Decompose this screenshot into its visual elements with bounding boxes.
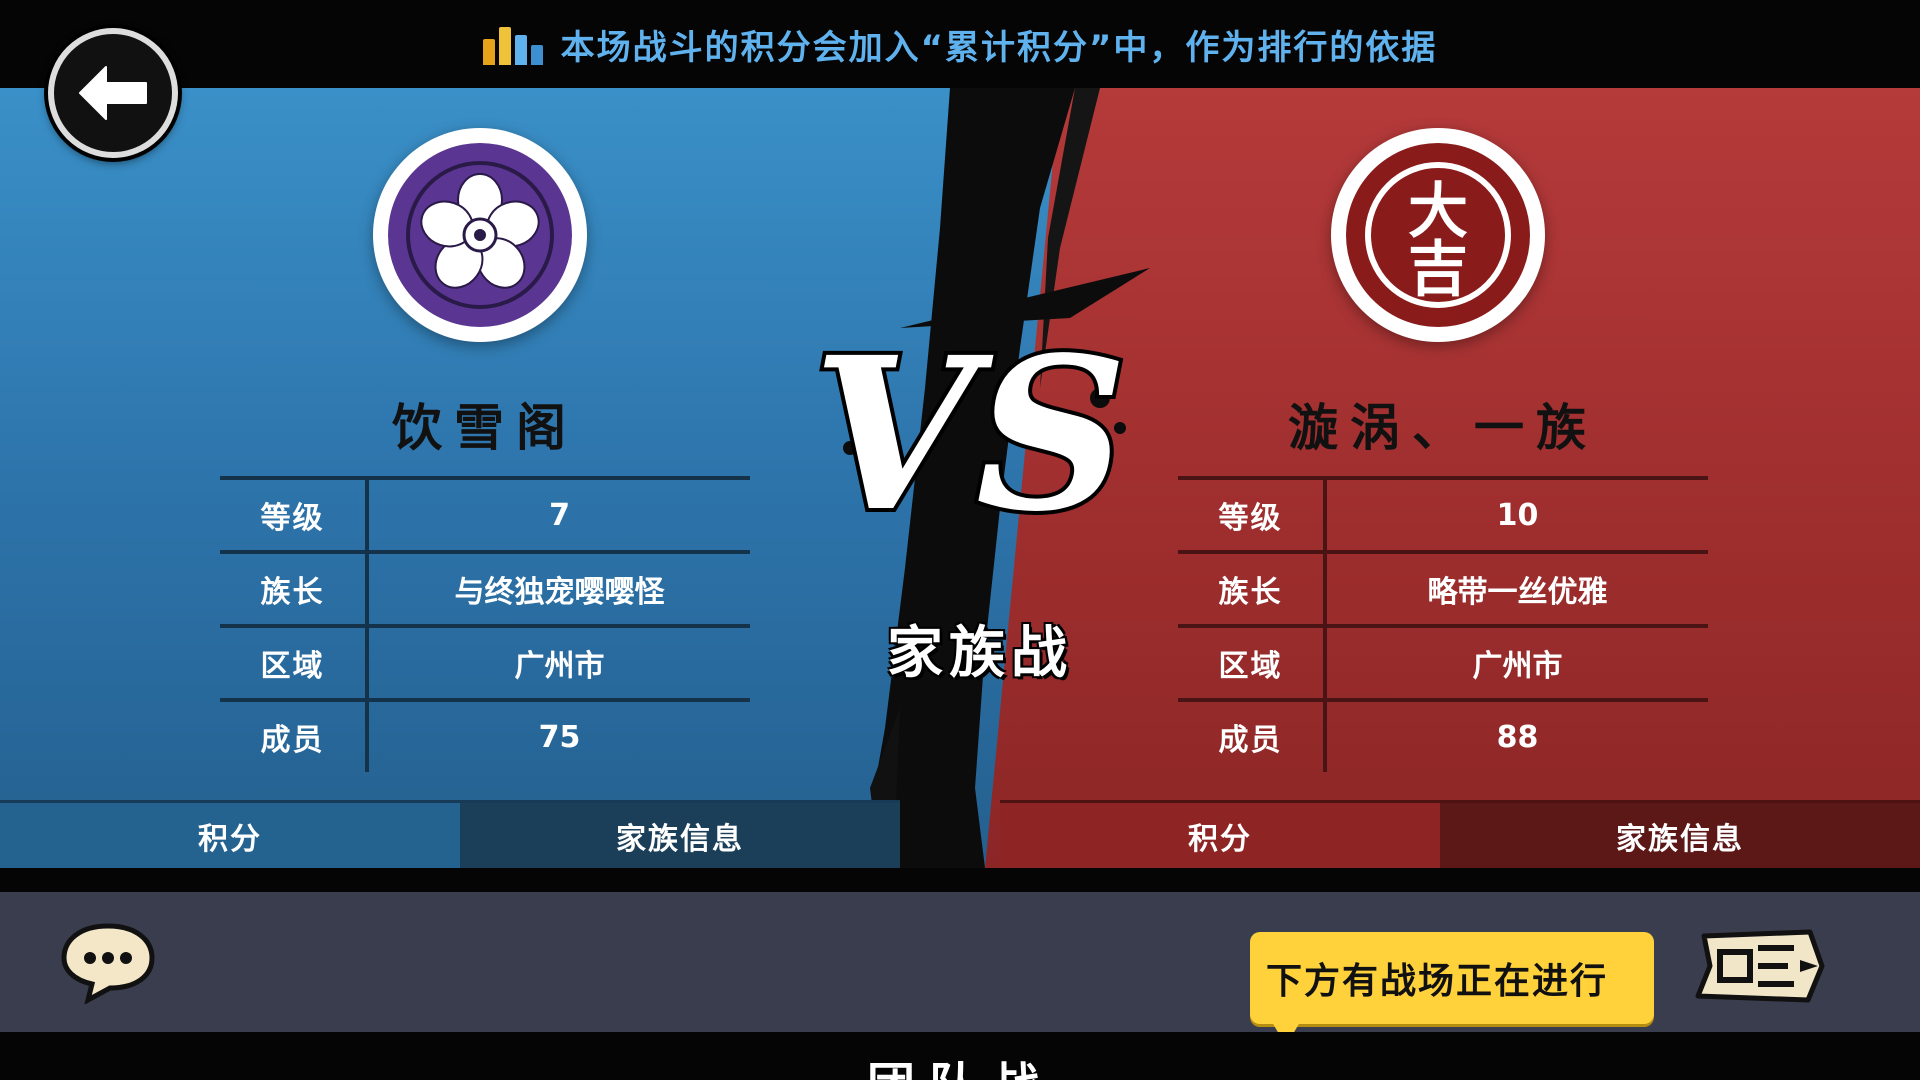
- info-value: 广州市: [514, 649, 605, 684]
- right-team-tabs: 积分 家族信息: [1000, 800, 1920, 868]
- info-value: 与终独宠嘤嘤怪: [454, 575, 665, 610]
- info-value: 略带一丝优雅: [1427, 575, 1608, 610]
- info-value: 88: [1496, 719, 1539, 755]
- chat-button[interactable]: [58, 920, 158, 1005]
- info-label: 族长: [220, 554, 369, 624]
- top-notice-bar: 本场战斗的积分会加入“累计积分”中，作为排行的依据: [0, 0, 1920, 88]
- info-label: 等级: [220, 480, 369, 550]
- right-team-name: 漩涡、一族: [1288, 398, 1598, 457]
- left-family-info-tab[interactable]: 家族信息: [460, 800, 900, 868]
- right-team-emblem: 大 吉: [1331, 128, 1545, 342]
- daikichi-crest-icon: 大 吉: [1358, 155, 1518, 315]
- info-row-level: 等级 10: [1178, 480, 1708, 554]
- info-value: 75: [538, 719, 581, 755]
- info-row-leader: 族长 与终独宠嘤嘤怪: [220, 554, 750, 628]
- right-score-tab[interactable]: 积分: [1000, 800, 1440, 868]
- battle-tip-text: 下方有战场正在进行: [1266, 961, 1609, 1002]
- info-label: 成员: [1178, 702, 1327, 772]
- footer-strip: 团队战: [0, 1032, 1920, 1080]
- score-notice-text: 本场战斗的积分会加入“累计积分”中，作为排行的依据: [560, 27, 1438, 68]
- battle-scroll-icon: [1695, 929, 1825, 1003]
- left-team-tabs: 积分 家族信息: [0, 800, 900, 868]
- battle-in-progress-tip[interactable]: 下方有战场正在进行: [1250, 932, 1654, 1046]
- info-value: 7: [549, 497, 570, 533]
- info-value: 10: [1496, 497, 1539, 533]
- team-battle-label[interactable]: 团队战: [0, 1046, 1920, 1080]
- info-label: 区域: [1178, 628, 1327, 698]
- info-row-leader: 族长 略带一丝优雅: [1178, 554, 1708, 628]
- flower-crest-icon: [406, 161, 554, 309]
- versus-arena: 饮雪阁 等级 7 族长 与终独宠嘤嘤怪 区域 广州市 成员 75 大 吉 漩涡、…: [0, 88, 1920, 868]
- info-row-members: 成员 75: [220, 702, 750, 772]
- bottom-bar: 下方有战场正在进行: [0, 892, 1920, 1046]
- battle-button[interactable]: [1690, 926, 1830, 1006]
- right-family-info-tab[interactable]: 家族信息: [1440, 800, 1920, 868]
- right-team-info-table: 等级 10 族长 略带一丝优雅 区域 广州市 成员 88: [1178, 476, 1708, 772]
- back-arrow-icon: [79, 66, 147, 120]
- info-row-region: 区域 广州市: [220, 628, 750, 702]
- left-team-name: 饮雪阁: [392, 398, 578, 457]
- info-row-members: 成员 88: [1178, 702, 1708, 772]
- divider: [0, 868, 1920, 892]
- info-row-region: 区域 广州市: [1178, 628, 1708, 702]
- info-label: 等级: [1178, 480, 1327, 550]
- info-row-level: 等级 7: [220, 480, 750, 554]
- info-label: 族长: [1178, 554, 1327, 624]
- left-team-emblem: [373, 128, 587, 342]
- info-value: 广州市: [1472, 649, 1563, 684]
- info-label: 成员: [220, 702, 369, 772]
- left-team-info-table: 等级 7 族长 与终独宠嘤嘤怪 区域 广州市 成员 75: [220, 476, 750, 772]
- left-score-tab[interactable]: 积分: [0, 800, 460, 868]
- info-label: 区域: [220, 628, 369, 698]
- crest-text-bottom: 吉: [1408, 235, 1468, 305]
- chat-bubble-icon: [61, 923, 155, 1005]
- bar-chart-icon: [482, 23, 543, 65]
- mode-label: 家族战: [887, 620, 1073, 686]
- back-button[interactable]: [48, 28, 178, 158]
